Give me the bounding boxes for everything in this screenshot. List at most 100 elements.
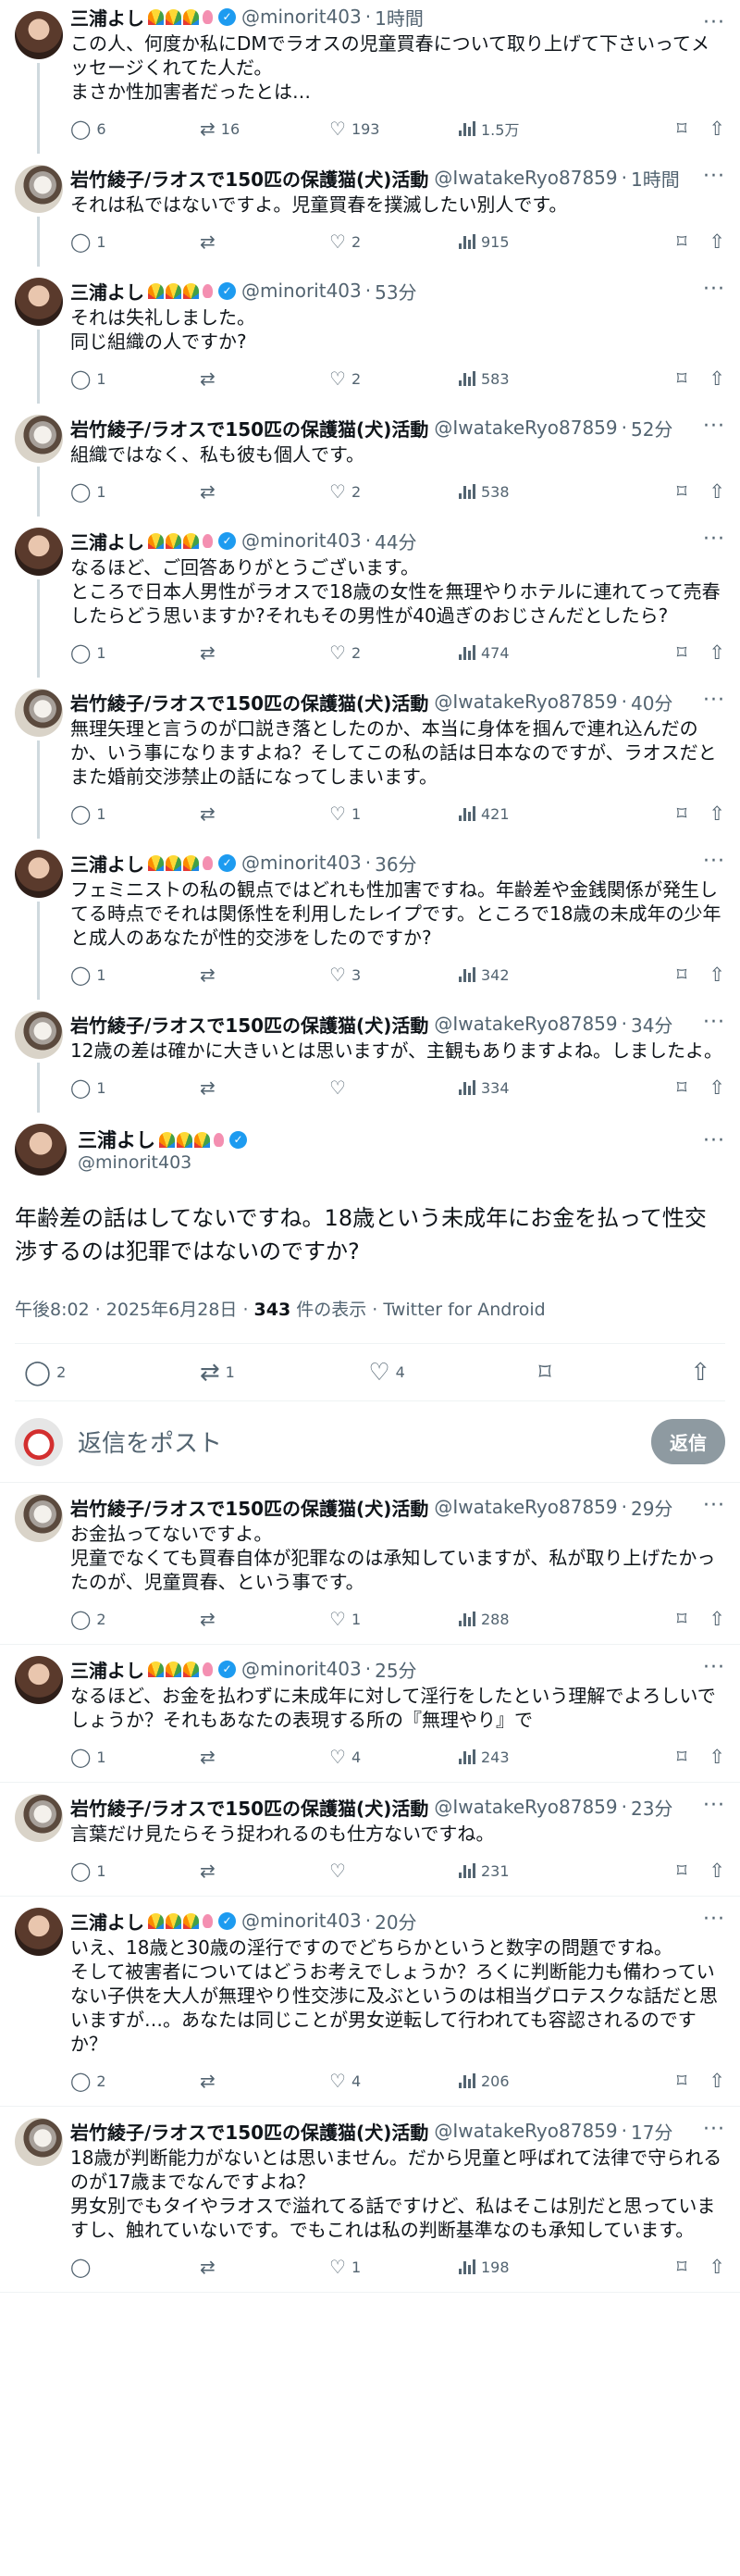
- views-button[interactable]: 206: [459, 2072, 588, 2090]
- retweet-button[interactable]: ⇄: [200, 2258, 329, 2276]
- retweet-button[interactable]: ⇄ 16: [200, 119, 329, 138]
- like-button[interactable]: ♡ 3: [329, 965, 459, 984]
- avatar[interactable]: [15, 1011, 63, 1059]
- reply-button[interactable]: ◯ 1: [70, 643, 200, 662]
- author-name[interactable]: 三浦よし: [70, 278, 144, 305]
- like-button[interactable]: ♡ 4: [329, 1748, 459, 1766]
- reply-button[interactable]: ◯ 1: [70, 1748, 200, 1766]
- author-handle[interactable]: @IwatakeRyo87859: [434, 691, 617, 713]
- share-button[interactable]: ⇧: [690, 1361, 716, 1385]
- bookmark-icon[interactable]: ⌑: [677, 2070, 687, 2092]
- author-name[interactable]: 岩竹綾子/ラオスで150匹の保護猫(犬)活動: [70, 689, 428, 716]
- avatar[interactable]: [15, 415, 63, 463]
- like-button[interactable]: ♡ 1: [329, 1610, 459, 1628]
- more-icon[interactable]: ···: [703, 2118, 725, 2141]
- retweet-button[interactable]: ⇄: [200, 369, 329, 388]
- tweet-time[interactable]: 17分: [631, 2118, 672, 2145]
- bookmark-icon[interactable]: ⌑: [677, 1746, 687, 1768]
- reply-button[interactable]: ◯ 1: [70, 804, 200, 823]
- avatar[interactable]: [15, 11, 63, 59]
- bookmark-icon[interactable]: ⌑: [677, 1076, 687, 1099]
- reply-button[interactable]: ◯ 2: [24, 1361, 66, 1385]
- reply-button[interactable]: ◯ 2: [70, 2072, 200, 2090]
- author-name[interactable]: 三浦よし: [70, 528, 144, 554]
- bookmark-icon[interactable]: ⌑: [677, 480, 687, 503]
- tweet-time[interactable]: 53分: [375, 278, 416, 305]
- more-icon[interactable]: ···: [703, 850, 725, 873]
- more-icon[interactable]: ···: [703, 278, 725, 301]
- bookmark-icon[interactable]: ⌑: [677, 803, 687, 825]
- more-icon[interactable]: ···: [703, 165, 725, 188]
- tweet-time[interactable]: 44分: [375, 528, 416, 554]
- avatar[interactable]: [15, 2118, 63, 2166]
- author-handle[interactable]: @minorit403: [78, 1152, 247, 1173]
- more-icon[interactable]: ···: [703, 415, 725, 438]
- tweet[interactable]: ··· 三浦よし ✓ @minorit403 · 36分 フェミニストの私の観点ではどれも性…: [0, 839, 740, 1000]
- author-handle[interactable]: @minorit403: [241, 852, 362, 874]
- bookmark-button[interactable]: ⌑: [538, 1361, 556, 1385]
- author-name[interactable]: 岩竹綾子/ラオスで150匹の保護猫(犬)活動: [70, 1794, 428, 1821]
- retweet-button[interactable]: ⇄ 1: [200, 1361, 235, 1385]
- bookmark-icon[interactable]: ⌑: [677, 964, 687, 986]
- more-icon[interactable]: ···: [703, 11, 725, 34]
- share-icon[interactable]: ⇧: [709, 641, 725, 664]
- retweet-button[interactable]: ⇄: [200, 1078, 329, 1097]
- like-button[interactable]: ♡ 2: [329, 232, 459, 251]
- tweet-time[interactable]: 1時間: [375, 4, 424, 31]
- tweet[interactable]: ··· 三浦よし ✓ @minorit403 · 1時間 この人、何度か私にDMでラオスの児…: [0, 0, 740, 154]
- share-icon[interactable]: ⇧: [709, 1860, 725, 1882]
- author-name[interactable]: 岩竹綾子/ラオスで150匹の保護猫(犬)活動: [70, 2118, 428, 2145]
- author-name[interactable]: 三浦よし: [70, 1908, 144, 1935]
- views-button[interactable]: 334: [459, 1079, 588, 1097]
- share-icon[interactable]: ⇧: [709, 964, 725, 986]
- tweet[interactable]: ··· 岩竹綾子/ラオスで150匹の保護猫(犬)活動 @IwatakeRyo8785…: [0, 1000, 740, 1113]
- author-name[interactable]: 三浦よし: [70, 4, 144, 31]
- more-icon[interactable]: ···: [703, 689, 725, 712]
- tweet-time[interactable]: 40分: [631, 689, 672, 716]
- bookmark-icon[interactable]: ⌑: [677, 1608, 687, 1630]
- tweet[interactable]: ··· 三浦よし ✓ @minorit403 · 53分 それは失礼しました。 同じ組織の人…: [0, 267, 740, 404]
- tweet-time[interactable]: 29分: [631, 1494, 672, 1521]
- share-icon[interactable]: ⇧: [709, 118, 725, 140]
- share-icon[interactable]: ⇧: [709, 230, 725, 253]
- views-button[interactable]: 288: [459, 1611, 588, 1628]
- tweet-time[interactable]: 36分: [375, 850, 416, 877]
- tweet-time[interactable]: 1時間: [631, 165, 680, 192]
- like-button[interactable]: ♡ 2: [329, 643, 459, 662]
- like-button[interactable]: ♡: [329, 1078, 459, 1097]
- like-button[interactable]: ♡ 1: [329, 2258, 459, 2276]
- tweet[interactable]: ··· 岩竹綾子/ラオスで150匹の保護猫(犬)活動 @IwatakeRyo8785…: [0, 1783, 740, 1897]
- tweet-time[interactable]: 23分: [631, 1794, 672, 1821]
- share-icon[interactable]: ⇧: [709, 2256, 725, 2278]
- more-icon[interactable]: ···: [703, 1011, 725, 1034]
- reply-button[interactable]: ◯: [70, 2258, 200, 2276]
- tweet[interactable]: ··· 岩竹綾子/ラオスで150匹の保護猫(犬)活動 @IwatakeRyo8785…: [0, 2107, 740, 2293]
- avatar[interactable]: [15, 1124, 67, 1176]
- avatar[interactable]: [15, 1794, 63, 1842]
- retweet-button[interactable]: ⇄: [200, 1610, 329, 1628]
- reply-button[interactable]: ◯ 1: [70, 482, 200, 501]
- reply-button[interactable]: ◯ 6: [70, 119, 200, 138]
- share-icon[interactable]: ⇧: [709, 2070, 725, 2092]
- avatar[interactable]: [15, 1908, 63, 1956]
- views-button[interactable]: 474: [459, 644, 588, 662]
- author-name[interactable]: 岩竹綾子/ラオスで150匹の保護猫(犬)活動: [70, 1494, 428, 1521]
- share-icon[interactable]: ⇧: [709, 367, 725, 390]
- tweet[interactable]: ··· 岩竹綾子/ラオスで150匹の保護猫(犬)活動 @IwatakeRyo8785…: [0, 678, 740, 839]
- tweet-time[interactable]: 20分: [375, 1908, 416, 1935]
- retweet-button[interactable]: ⇄: [200, 643, 329, 662]
- share-icon[interactable]: ⇧: [709, 803, 725, 825]
- share-icon[interactable]: ⇧: [709, 480, 725, 503]
- tweet-time[interactable]: 52分: [631, 415, 672, 442]
- reply-submit-button[interactable]: 返信: [651, 1419, 725, 1464]
- more-icon[interactable]: ···: [703, 528, 725, 551]
- reply-button[interactable]: ◯ 1: [70, 965, 200, 984]
- retweet-button[interactable]: ⇄: [200, 965, 329, 984]
- bookmark-icon[interactable]: ⌑: [677, 2256, 687, 2278]
- views-button[interactable]: 1.5万: [459, 118, 588, 140]
- author-handle[interactable]: @minorit403: [241, 280, 362, 302]
- avatar[interactable]: [15, 1656, 63, 1704]
- retweet-button[interactable]: ⇄: [200, 1748, 329, 1766]
- like-button[interactable]: ♡: [329, 1861, 459, 1880]
- author-name[interactable]: 三浦よし: [78, 1126, 155, 1153]
